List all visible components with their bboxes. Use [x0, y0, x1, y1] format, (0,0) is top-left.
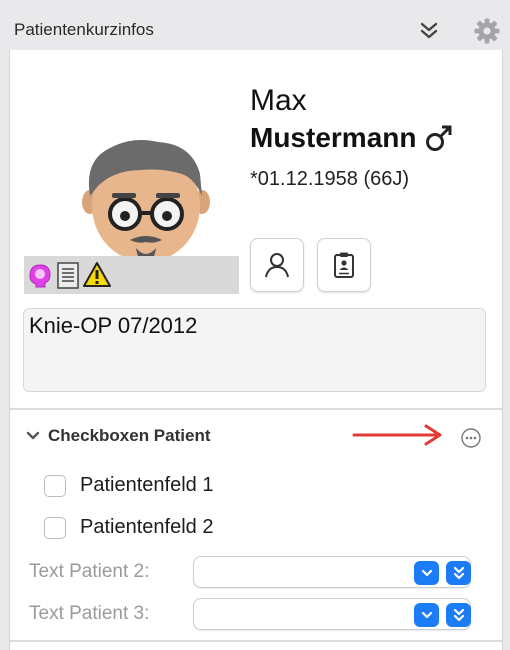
patient-birthdate: *01.12.1958 (66J)	[250, 168, 410, 190]
chevron-down-icon	[421, 611, 432, 619]
head-bulb-icon[interactable]	[24, 260, 54, 290]
text-patient-2-select[interactable]	[193, 556, 471, 588]
checkbox[interactable]	[44, 516, 66, 539]
field-label: Text Patient 3:	[29, 603, 150, 624]
patient-first-name: Max	[250, 84, 307, 117]
patient-last-name: Mustermann	[250, 122, 417, 153]
male-symbol-icon	[426, 125, 452, 151]
document-icon[interactable]	[54, 260, 82, 290]
double-chevron-down-icon[interactable]	[417, 18, 441, 42]
field-text-patient-2: Text Patient 2:	[29, 556, 471, 588]
section-divider	[10, 640, 502, 642]
double-chevron-button[interactable]	[446, 603, 471, 627]
warning-icon[interactable]	[82, 260, 112, 290]
checkbox-label: Patientenfeld 2	[80, 516, 214, 538]
person-icon	[265, 253, 289, 278]
text-patient-3-select[interactable]	[193, 598, 471, 630]
patient-note[interactable]: Knie-OP 07/2012	[23, 308, 486, 392]
patient-details-button[interactable]	[250, 238, 304, 292]
checkbox-patientenfeld-1[interactable]: Patientenfeld 1	[44, 474, 213, 497]
dropdown-button[interactable]	[414, 603, 439, 627]
section-divider	[10, 408, 502, 410]
patient-record-button[interactable]	[317, 238, 371, 292]
double-chevron-icon	[453, 566, 464, 580]
double-chevron-button[interactable]	[446, 561, 471, 585]
checkbox[interactable]	[44, 474, 66, 497]
gear-icon[interactable]	[472, 16, 502, 46]
chevron-down-icon	[421, 569, 432, 577]
patient-info-panel: Max Mustermann *01.12.1958 (66J) Knie-OP…	[9, 50, 503, 650]
chevron-down-icon	[26, 431, 40, 440]
patient-last-name-row: Mustermann	[250, 122, 454, 154]
checkbox-patientenfeld-2[interactable]: Patientenfeld 2	[44, 516, 213, 539]
patient-flag-icons	[24, 260, 112, 290]
clipboard-id-icon	[334, 252, 354, 278]
checkbox-label: Patientenfeld 1	[80, 474, 214, 496]
field-label: Text Patient 2:	[29, 561, 150, 582]
field-text-patient-3: Text Patient 3:	[29, 598, 471, 630]
panel-header: Patientenkurzinfos	[0, 0, 510, 50]
annotation-arrow-icon	[352, 424, 442, 446]
panel-title: Patientenkurzinfos	[14, 20, 154, 39]
ellipsis-circle-icon[interactable]	[460, 427, 482, 449]
section-toggle-checkboxes[interactable]: Checkboxen Patient	[26, 426, 211, 446]
double-chevron-icon	[453, 608, 464, 622]
dropdown-button[interactable]	[414, 561, 439, 585]
section-title: Checkboxen Patient	[48, 426, 211, 445]
